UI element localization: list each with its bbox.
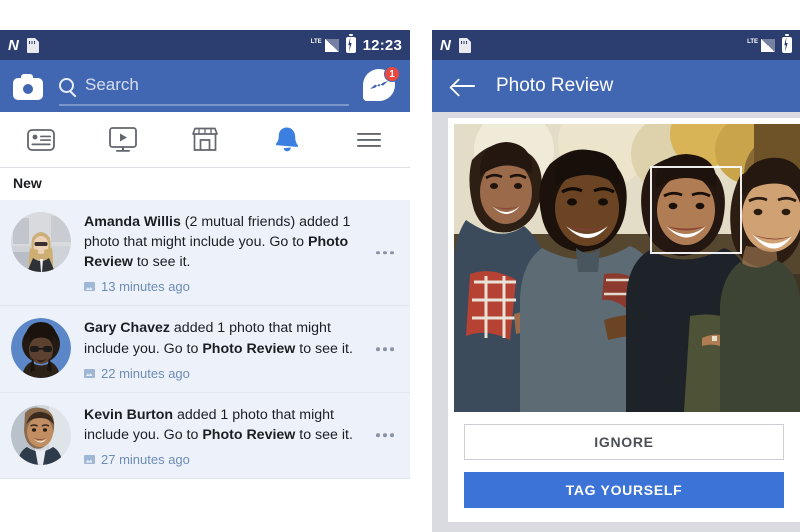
notification-meta: 27 minutes ago	[84, 452, 366, 467]
photo-review-body: IGNORE TAG YOURSELF	[432, 112, 800, 532]
search-placeholder: Search	[85, 75, 139, 94]
more-options-icon[interactable]	[376, 250, 394, 255]
tab-news-feed[interactable]	[0, 112, 82, 167]
notification-text-end: to see it.	[295, 340, 353, 357]
section-header-new: New	[0, 168, 410, 200]
status-bar-right: N LTE	[432, 30, 800, 60]
signal-bars-icon	[324, 38, 339, 52]
tab-notifications[interactable]	[246, 112, 328, 167]
search-icon	[59, 77, 74, 93]
n-logo-icon: N	[8, 36, 19, 54]
tab-marketplace[interactable]	[164, 112, 246, 167]
notification-meta: 22 minutes ago	[84, 366, 366, 381]
camera-icon[interactable]	[13, 74, 43, 100]
storefront-icon	[192, 127, 218, 151]
n-logo-icon: N	[440, 36, 451, 54]
notification-link[interactable]: Photo Review	[202, 427, 295, 443]
group-photo-four-friends-outdoors	[454, 124, 800, 412]
more-options-icon[interactable]	[376, 433, 394, 438]
notification-link[interactable]: Photo Review	[202, 341, 295, 357]
hamburger-menu-icon	[357, 132, 381, 147]
search-input[interactable]: Search	[59, 66, 349, 106]
notification-meta: 13 minutes ago	[84, 279, 366, 294]
list-item[interactable]: Amanda Willis (2 mutual friends) added 1…	[0, 200, 410, 307]
sd-card-icon	[26, 37, 39, 53]
notification-body: Gary Chavez added 1 photo that might inc…	[84, 318, 400, 381]
notification-mutual: (2 mutual friends)	[180, 214, 296, 230]
news-feed-icon	[27, 128, 55, 151]
face-detection-box[interactable]	[650, 166, 742, 254]
lte-label: LTE	[310, 38, 322, 45]
notification-actor: Kevin Burton	[84, 406, 174, 423]
notification-text: Kevin Burton added 1 photo that might in…	[84, 405, 366, 445]
left-phone-screenshot: N LTE 12:23 Search 1 New Amanda Willis (…	[0, 30, 410, 532]
list-item[interactable]: Kevin Burton added 1 photo that might in…	[0, 393, 410, 480]
tag-yourself-button[interactable]: TAG YOURSELF	[464, 472, 784, 508]
more-options-icon[interactable]	[376, 347, 394, 351]
notification-text: Amanda Willis (2 mutual friends) added 1…	[84, 212, 366, 272]
avatar	[11, 318, 71, 379]
notification-actor: Gary Chavez	[84, 320, 170, 337]
messenger-badge: 1	[384, 66, 400, 82]
lte-label: LTE	[747, 38, 758, 45]
battery-charging-icon	[345, 34, 356, 53]
avatar	[11, 212, 71, 272]
notification-timestamp: 13 minutes ago	[101, 279, 190, 295]
avatar-amanda-image	[11, 212, 71, 272]
notification-timestamp: 22 minutes ago	[101, 365, 190, 381]
notification-text-end: to see it.	[132, 254, 191, 271]
battery-charging-icon	[782, 34, 792, 53]
tab-bar	[0, 112, 410, 168]
avatar-kevin-image	[11, 404, 71, 465]
photo-review-actions: IGNORE TAG YOURSELF	[448, 412, 800, 522]
notification-text-end: to see it.	[295, 426, 353, 443]
status-bar-left-icons: N	[8, 36, 39, 54]
messenger-icon[interactable]: 1	[363, 66, 400, 103]
signal-bars-icon	[761, 38, 775, 52]
photo-icon	[84, 282, 95, 292]
notification-body: Amanda Willis (2 mutual friends) added 1…	[84, 212, 400, 294]
photo-icon	[84, 455, 95, 465]
notification-body: Kevin Burton added 1 photo that might in…	[84, 405, 400, 467]
sd-card-icon	[458, 37, 471, 53]
back-arrow-icon[interactable]	[452, 77, 476, 95]
status-bar-right-icons: LTE 12:23	[310, 34, 402, 54]
facebook-top-bar: Search 1	[0, 60, 410, 112]
page-title: Photo Review	[496, 75, 614, 96]
status-bar-right-icons: LTE	[747, 34, 792, 53]
photo-review-header: Photo Review	[432, 60, 800, 112]
notification-actor: Amanda Willis	[84, 214, 181, 230]
notification-text: Gary Chavez added 1 photo that might inc…	[84, 318, 366, 358]
status-bar-left: N LTE 12:23	[0, 30, 410, 60]
right-phone-screenshot: N LTE Photo Review IGNORE TAG YOURSELF	[432, 30, 800, 532]
screenshot-stage: N LTE 12:23 Search 1 New Amanda Willis (…	[0, 0, 800, 532]
tab-menu[interactable]	[328, 112, 410, 167]
avatar	[11, 404, 71, 465]
notification-timestamp: 27 minutes ago	[101, 452, 190, 468]
bell-icon	[275, 127, 299, 152]
status-bar-left-icons: N	[440, 36, 471, 54]
clock-time: 12:23	[362, 36, 402, 54]
photo-frame	[448, 118, 800, 412]
review-photo[interactable]	[454, 124, 800, 412]
ignore-button[interactable]: IGNORE	[464, 424, 784, 460]
avatar-gary-image	[11, 318, 71, 379]
video-play-icon	[109, 126, 137, 152]
tab-watch[interactable]	[82, 112, 164, 167]
list-item[interactable]: Gary Chavez added 1 photo that might inc…	[0, 306, 410, 393]
photo-icon	[84, 368, 95, 378]
notification-list: Amanda Willis (2 mutual friends) added 1…	[0, 200, 410, 480]
